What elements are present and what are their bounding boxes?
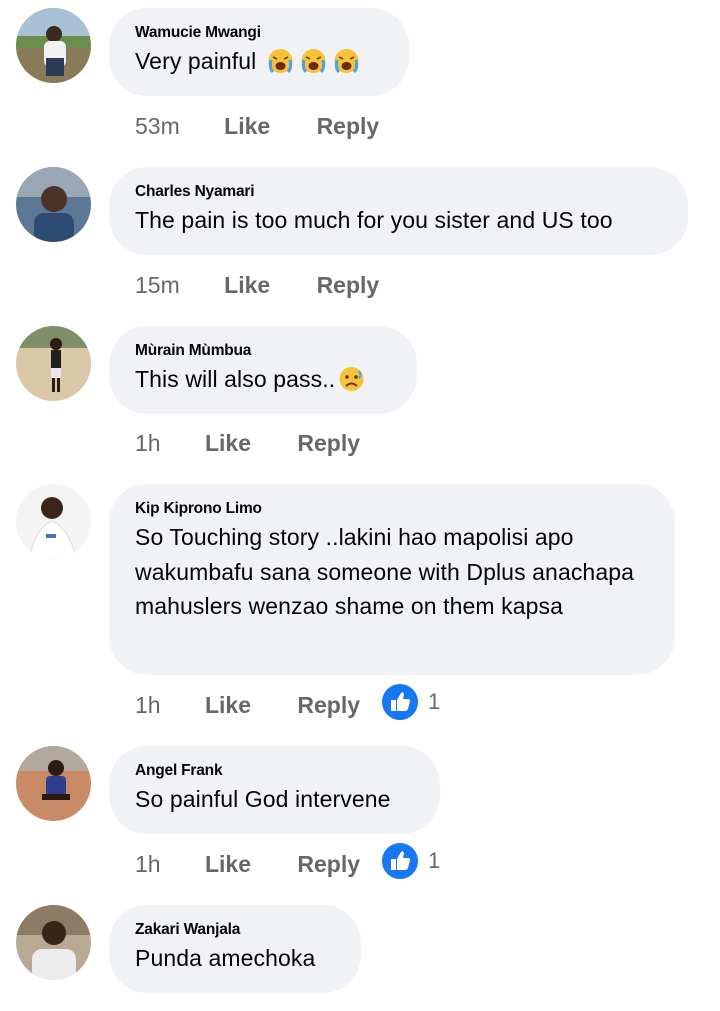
comment-timestamp[interactable]: 1h [135,849,161,879]
worried-face-icon [337,365,366,392]
comment-actions: 1h Like Reply [135,690,360,720]
comment-text-content: This will also pass.. [135,366,336,392]
like-button[interactable]: Like [205,690,251,720]
reaction-count: 1 [428,689,441,714]
comment-author[interactable]: Wamucie Mwangi [135,23,383,43]
reaction-count: 1 [428,848,441,873]
comment-bubble: Wamucie Mwangi Very painful [109,8,409,96]
avatar[interactable] [16,326,91,401]
comment-timestamp[interactable]: 1h [135,690,161,720]
comment-text: The pain is too much for you sister and … [135,207,613,233]
like-button[interactable]: Like [224,111,270,141]
crying-face-icon [299,47,328,74]
comment-text: Punda amechoka [135,945,316,971]
comment-text-content: Very painful [135,48,257,74]
avatar[interactable] [16,8,91,83]
comment-bubble: Mùrain Mùmbua This will also pass.. [109,326,417,414]
comment-timestamp[interactable]: 1h [135,428,161,458]
crying-face-icon [332,47,361,74]
comment-author[interactable]: Mùrain Mùmbua [135,341,391,361]
comment-text: So painful God intervene [135,786,391,812]
comment-bubble: Angel Frank So painful God intervene [109,746,440,834]
like-button[interactable]: Like [224,270,270,300]
comment-timestamp[interactable]: 53m [135,111,180,141]
comment-bubble: Charles Nyamari The pain is too much for… [109,167,688,255]
comment-author[interactable]: Kip Kiprono Limo [135,499,655,519]
like-button[interactable]: Like [205,428,251,458]
reaction-summary[interactable]: 1 [380,841,440,881]
reply-button[interactable]: Reply [317,270,380,300]
comment-text: So Touching story ..lakini hao mapolisi … [135,524,635,619]
comment-actions: 53m Like Reply [135,111,379,141]
comment-text: Very painful [135,44,383,84]
crying-face-icon [266,47,295,74]
comment-author[interactable]: Charles Nyamari [135,182,662,202]
thumbs-up-icon [380,841,420,881]
reply-button[interactable]: Reply [297,690,360,720]
avatar[interactable] [16,905,91,980]
comment-actions: 1h Like Reply [135,849,360,879]
comment-actions: 15m Like Reply [135,270,379,300]
reaction-summary[interactable]: 1 [380,682,440,722]
like-button[interactable]: Like [205,849,251,879]
reply-button[interactable]: Reply [297,428,360,458]
emoji-group [266,47,365,84]
comment-actions: 1h Like Reply [135,428,360,458]
avatar[interactable] [16,746,91,821]
avatar[interactable] [16,167,91,242]
comment-author[interactable]: Zakari Wanjala [135,920,335,940]
comment-text: This will also pass.. [135,362,391,397]
comment-timestamp[interactable]: 15m [135,270,180,300]
reply-button[interactable]: Reply [317,111,380,141]
comment-bubble: Kip Kiprono Limo So Touching story ..lak… [109,484,675,675]
avatar[interactable] [16,484,91,559]
thumbs-up-icon [380,682,420,722]
comment-author[interactable]: Angel Frank [135,761,414,781]
comment-bubble: Zakari Wanjala Punda amechoka [109,905,361,993]
reply-button[interactable]: Reply [297,849,360,879]
